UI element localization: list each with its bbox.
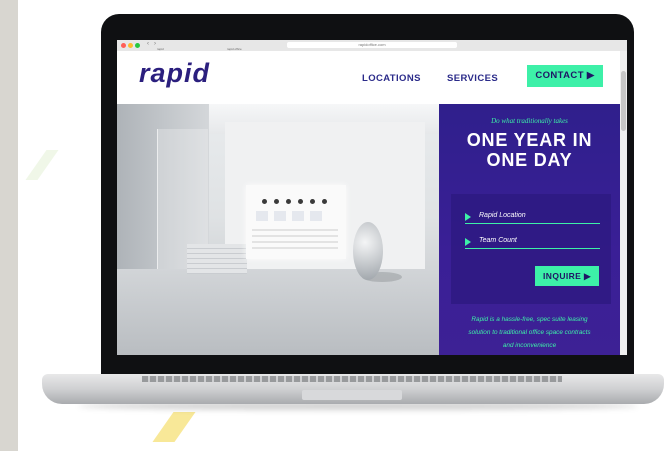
office-interior-image — [117, 104, 439, 355]
dashboard-dot — [322, 199, 327, 204]
product-mockup-stage: ‹ › rapidoffice.com rapid rapid office r… — [18, 0, 670, 451]
hero-headline: ONE YEAR IN — [466, 130, 593, 150]
nav-link-services[interactable]: SERVICES — [447, 73, 498, 84]
inquire-button[interactable]: INQUIRE ▶ — [535, 266, 599, 286]
stairs — [187, 244, 247, 274]
decor-stripe — [152, 412, 196, 442]
hero-section: Do what traditionally takes ONE YEAR IN … — [117, 104, 620, 355]
trackpad — [302, 390, 402, 400]
dashboard-card — [292, 211, 304, 221]
scroll-thumb[interactable] — [621, 71, 626, 131]
dashboard-card — [310, 211, 322, 221]
sculpture — [353, 222, 383, 280]
location-field[interactable]: Rapid Location — [465, 211, 600, 224]
play-triangle-icon — [465, 238, 471, 246]
team-count-field[interactable]: Team Count — [465, 236, 600, 249]
floor — [117, 269, 439, 355]
nav-link-locations[interactable]: LOCATIONS — [362, 73, 421, 84]
keyboard-edge — [142, 376, 562, 382]
dashboard-row — [252, 235, 338, 237]
team-count-field-label: Team Count — [479, 237, 517, 244]
laptop-bottom-bezel — [101, 355, 634, 376]
dashboard-dot — [262, 199, 267, 204]
dashboard-row — [252, 241, 338, 243]
inquiry-form: Rapid Location Team Count INQUIRE ▶ — [451, 194, 611, 304]
dashboard-dot — [310, 199, 315, 204]
dashboard-card — [274, 211, 286, 221]
contact-button[interactable]: CONTACT ▶ — [527, 65, 603, 87]
dashboard-card — [256, 211, 268, 221]
hero-description: Rapid is a hassle-free, spec suite leasi… — [471, 316, 588, 323]
hero-description: solution to traditional office space con… — [468, 329, 591, 336]
dashboard-dot — [274, 199, 279, 204]
address-bar[interactable]: rapidoffice.com — [287, 42, 457, 48]
wall-screen-dashboard — [246, 185, 346, 259]
forward-arrow-icon[interactable]: › — [154, 41, 156, 47]
hero-tagline: Do what traditionally takes — [491, 117, 568, 125]
location-field-label: Rapid Location — [479, 212, 526, 219]
dashboard-dot — [298, 199, 303, 204]
minimize-window-button[interactable] — [128, 43, 133, 48]
maximize-window-button[interactable] — [135, 43, 140, 48]
dashboard-row — [252, 247, 338, 249]
back-arrow-icon[interactable]: ‹ — [147, 41, 149, 47]
close-window-button[interactable] — [121, 43, 126, 48]
play-triangle-icon — [465, 213, 471, 221]
site-logo[interactable]: rapid — [139, 58, 210, 88]
hero-description: and inconvenience — [502, 342, 557, 349]
laptop-base — [42, 374, 664, 404]
laptop-screen: ‹ › rapidoffice.com rapid rapid office r… — [117, 40, 627, 355]
site-header: rapid LOCATIONS SERVICES CONTACT ▶ — [117, 51, 620, 104]
decor-stripe — [25, 150, 59, 180]
hero-headline: ONE DAY — [486, 150, 573, 170]
dashboard-dot — [286, 199, 291, 204]
hero-panel: Do what traditionally takes ONE YEAR IN … — [439, 104, 620, 355]
page-scrollbar[interactable] — [620, 51, 627, 355]
dashboard-row — [252, 229, 338, 231]
